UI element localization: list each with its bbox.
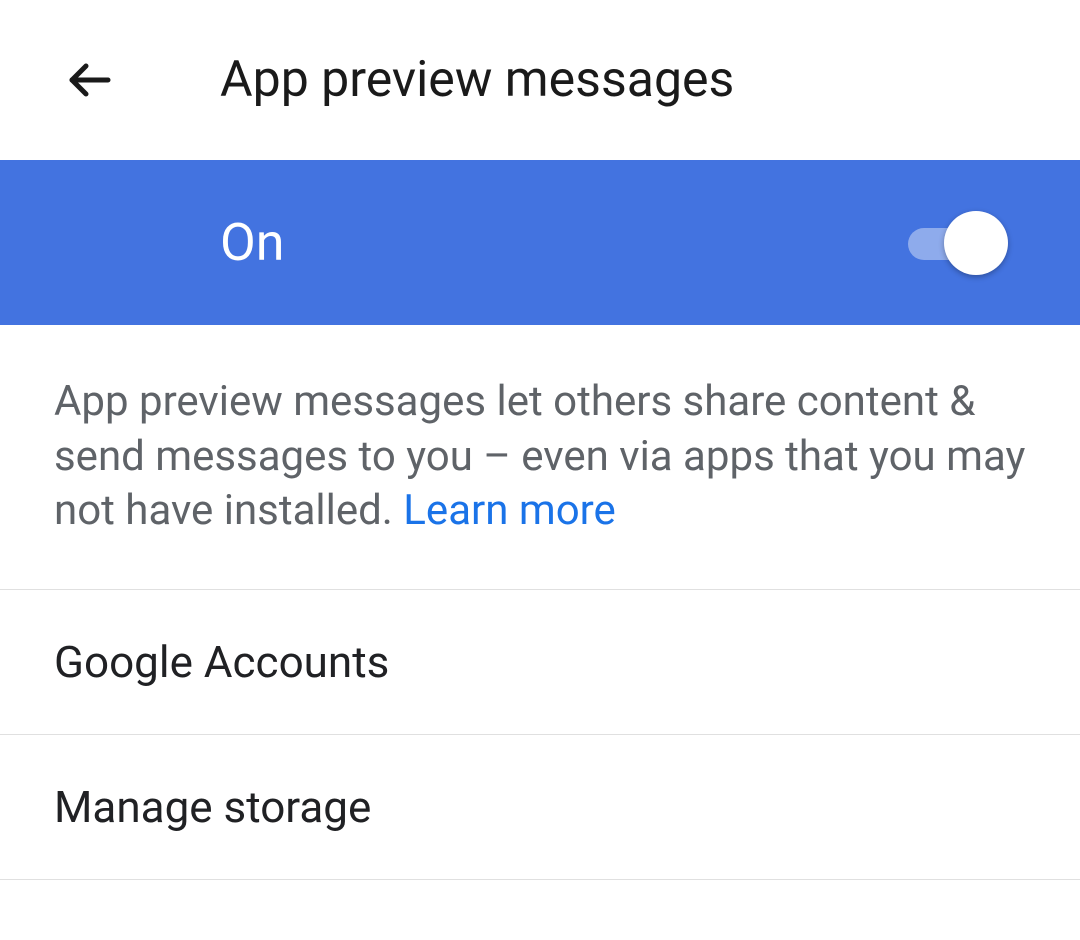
back-button[interactable] bbox=[60, 50, 120, 110]
toggle-thumb bbox=[944, 211, 1008, 275]
toggle-bar[interactable]: On bbox=[0, 160, 1080, 325]
learn-more-link[interactable]: Learn more bbox=[403, 486, 615, 535]
back-arrow-icon bbox=[66, 56, 114, 104]
list-item-label: Google Accounts bbox=[54, 636, 389, 688]
description-section: App preview messages let others share co… bbox=[0, 325, 1080, 590]
page-title: App preview messages bbox=[220, 51, 734, 109]
list-item-google-accounts[interactable]: Google Accounts bbox=[0, 590, 1080, 735]
description-text: App preview messages let others share co… bbox=[54, 375, 1026, 539]
list-item-manage-storage[interactable]: Manage storage bbox=[0, 735, 1080, 880]
toggle-label: On bbox=[220, 212, 285, 273]
toggle-switch[interactable] bbox=[908, 221, 1008, 265]
header: App preview messages bbox=[0, 0, 1080, 160]
list-item-label: Manage storage bbox=[54, 781, 371, 833]
